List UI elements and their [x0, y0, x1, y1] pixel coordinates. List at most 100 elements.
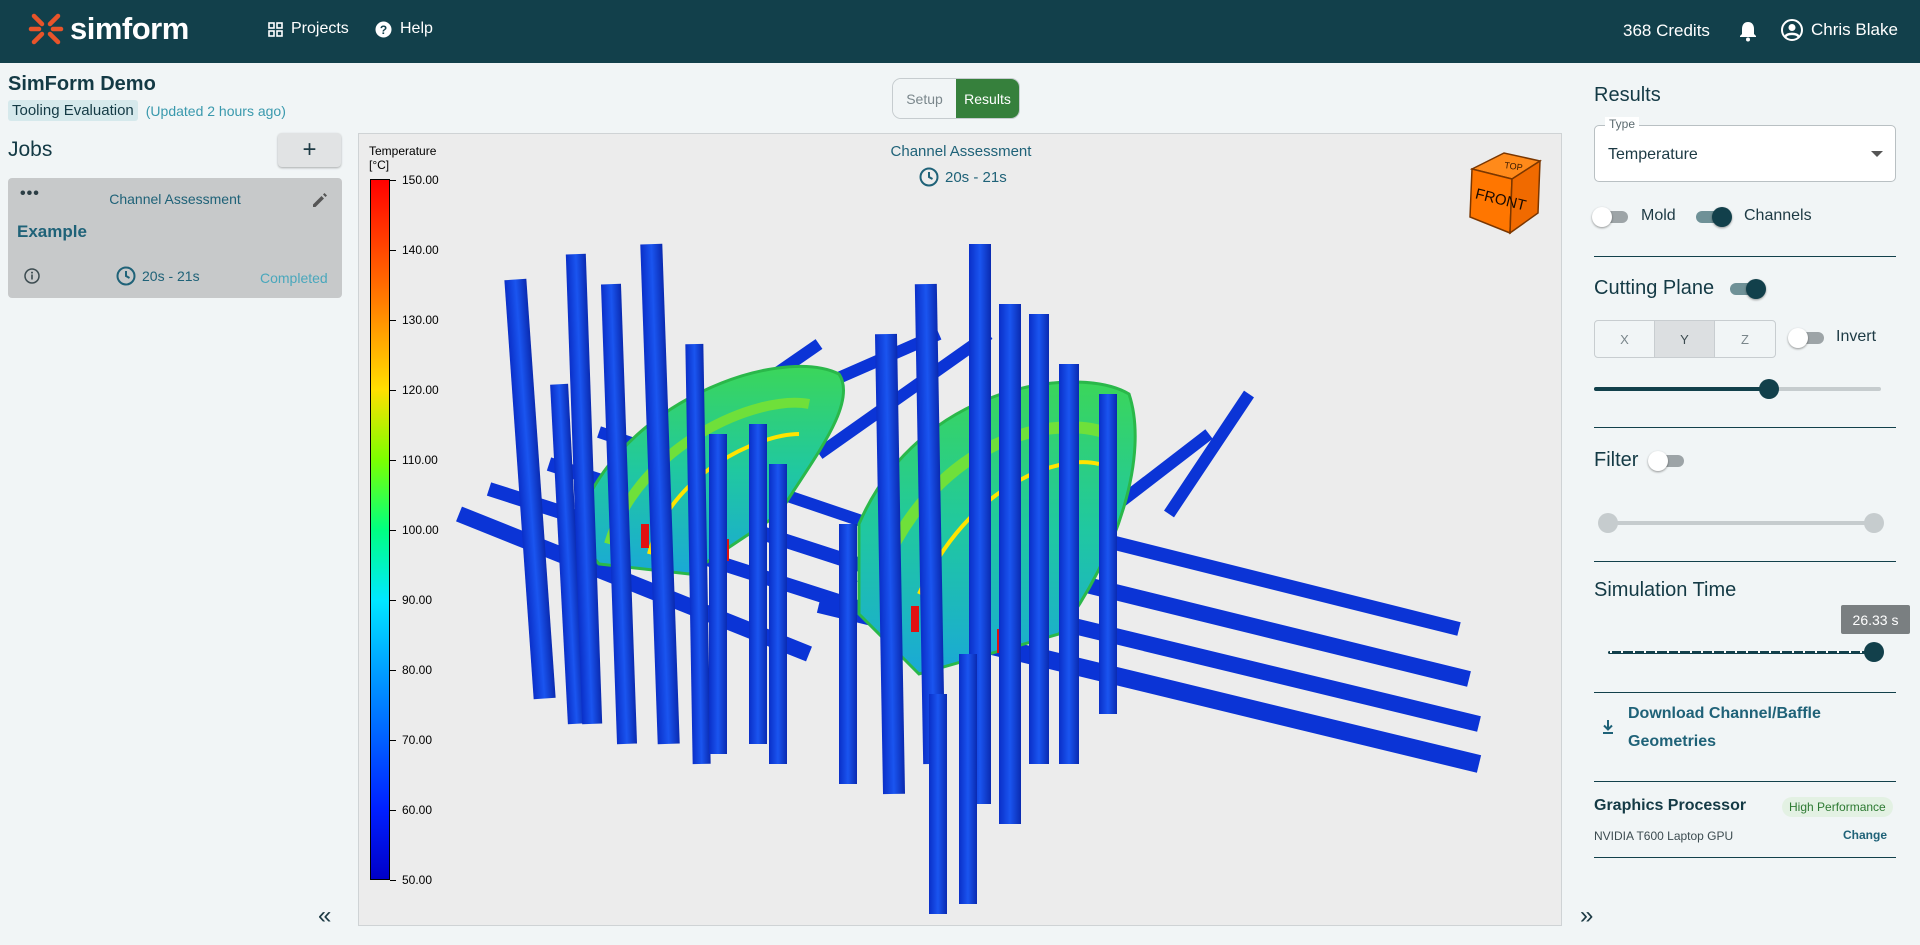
job-time: 20s - 21s	[116, 266, 200, 286]
filter-min-thumb[interactable]	[1598, 513, 1618, 533]
legend-tick-label: 110.00	[402, 453, 438, 467]
time-step-dot	[1746, 651, 1749, 653]
3d-viewer[interactable]: Channel Assessment 20s - 21s Temperature…	[358, 133, 1562, 926]
legend-tick-label: 70.00	[402, 733, 433, 747]
simulation-time-value: 26.33 s	[1841, 605, 1910, 634]
help-icon: ?	[375, 21, 392, 37]
legend-tick-label: 60.00	[402, 803, 433, 817]
legend-tick-label: 130.00	[402, 313, 439, 327]
edit-icon[interactable]	[310, 190, 330, 215]
download-geometries-label: Download Channel/Baffle Geometries	[1628, 705, 1821, 750]
time-step-dot	[1700, 651, 1703, 653]
axis-y-button[interactable]: Y	[1655, 321, 1715, 357]
add-job-button[interactable]: +	[278, 133, 341, 167]
app-name: simform	[70, 11, 189, 46]
time-step-dot	[1655, 651, 1658, 653]
legend-tick-label: 100.00	[402, 523, 439, 537]
cutting-plane-slider-thumb[interactable]	[1759, 379, 1780, 399]
legend-tick	[390, 600, 396, 601]
orientation-cube[interactable]: TOP FRONT	[1464, 147, 1544, 237]
project-title: SimForm Demo	[8, 73, 156, 95]
channel-model-render	[456, 243, 1482, 914]
legend-tick-label: 120.00	[402, 383, 439, 397]
time-step-dot	[1735, 651, 1737, 653]
cutting-plane-slider-fill	[1594, 387, 1770, 391]
simform-logo[interactable]: simform	[28, 10, 189, 48]
job-card[interactable]: ••• Channel Assessment Example 20s - 21s…	[8, 178, 342, 298]
tab-results[interactable]: Results	[956, 79, 1019, 118]
legend-tick	[390, 530, 396, 531]
simulation-time-track[interactable]	[1608, 651, 1874, 654]
clock-icon	[919, 167, 939, 187]
download-geometries-link[interactable]: Download Channel/Baffle Geometries	[1600, 700, 1858, 756]
divider	[1594, 692, 1896, 693]
gpu-heading: Graphics Processor	[1594, 797, 1747, 814]
filter-heading: Filter	[1594, 449, 1639, 471]
nav-help[interactable]: ? Help	[375, 20, 433, 38]
channels-toggle[interactable]	[1694, 206, 1732, 227]
legend-title-line1: Temperature	[369, 144, 437, 158]
account-icon	[1781, 19, 1803, 41]
legend-tick	[390, 180, 396, 181]
legend-title: Temperature [°C]	[369, 144, 436, 172]
channels-label: Channels	[1744, 207, 1812, 224]
setup-results-toggle: Setup Results	[892, 78, 1020, 119]
collapse-right-icon[interactable]: »	[1580, 902, 1593, 930]
tab-setup[interactable]: Setup	[893, 79, 956, 118]
nav-projects[interactable]: Projects	[268, 20, 349, 38]
divider	[1594, 427, 1896, 428]
results-heading: Results	[1594, 84, 1661, 106]
job-label: Example	[17, 222, 87, 241]
axis-x-button[interactable]: X	[1595, 321, 1655, 357]
legend-tick-label: 80.00	[402, 663, 433, 677]
collapse-left-icon[interactable]: «	[318, 902, 331, 930]
filter-toggle[interactable]	[1648, 450, 1686, 471]
divider	[1594, 256, 1896, 257]
invert-toggle[interactable]	[1788, 327, 1826, 348]
axis-z-button[interactable]: Z	[1715, 321, 1775, 357]
time-step-dot	[1791, 651, 1794, 653]
type-select[interactable]: Type Temperature	[1594, 117, 1896, 182]
filter-range-track[interactable]	[1608, 521, 1874, 525]
mold-toggle[interactable]	[1592, 206, 1630, 227]
svg-text:?: ?	[380, 23, 387, 37]
info-icon[interactable]	[24, 268, 40, 289]
user-menu[interactable]: Chris Blake	[1781, 19, 1898, 41]
simulation-time-heading: Simulation Time	[1594, 579, 1737, 601]
time-step-dot	[1678, 651, 1681, 653]
time-step-dot	[1814, 651, 1817, 653]
legend-tick	[390, 460, 396, 461]
credits-count[interactable]: 368 Credits	[1623, 21, 1710, 41]
job-name: Channel Assessment	[109, 191, 241, 207]
time-step-dot	[1803, 651, 1806, 653]
divider	[1594, 781, 1896, 782]
legend-tick	[390, 250, 396, 251]
time-step-dot	[1837, 651, 1840, 653]
simulation-time-thumb[interactable]	[1864, 642, 1884, 662]
divider	[1594, 561, 1896, 562]
time-step-dot	[1780, 651, 1783, 653]
simform-logo-icon	[28, 13, 64, 45]
user-name: Chris Blake	[1811, 20, 1898, 39]
legend-tick	[390, 320, 396, 321]
cutting-plane-heading: Cutting Plane	[1594, 277, 1715, 299]
legend-tick	[390, 880, 396, 881]
top-bar: simform Projects ? Help 368 Credits Chri…	[0, 0, 1920, 63]
dropdown-arrow-icon	[1871, 151, 1883, 157]
gpu-change-link[interactable]: Change	[1843, 828, 1887, 842]
bell-icon[interactable]	[1738, 20, 1758, 47]
time-step-dot	[1757, 651, 1760, 653]
time-step-dot	[1610, 651, 1612, 653]
time-step-dot	[1723, 651, 1726, 653]
legend-color-bar	[370, 179, 390, 880]
type-select-label: Type	[1605, 117, 1640, 131]
gpu-badge: High Performance	[1782, 797, 1893, 817]
viewer-title: Channel Assessment	[890, 143, 1032, 160]
time-step-dot	[1825, 651, 1828, 653]
legend-tick	[390, 810, 396, 811]
filter-max-thumb[interactable]	[1864, 513, 1884, 533]
legend-tick-label: 50.00	[402, 873, 433, 887]
nav-help-label: Help	[400, 20, 433, 37]
cutting-plane-toggle[interactable]	[1728, 278, 1766, 299]
legend-title-line2: [°C]	[369, 158, 390, 172]
